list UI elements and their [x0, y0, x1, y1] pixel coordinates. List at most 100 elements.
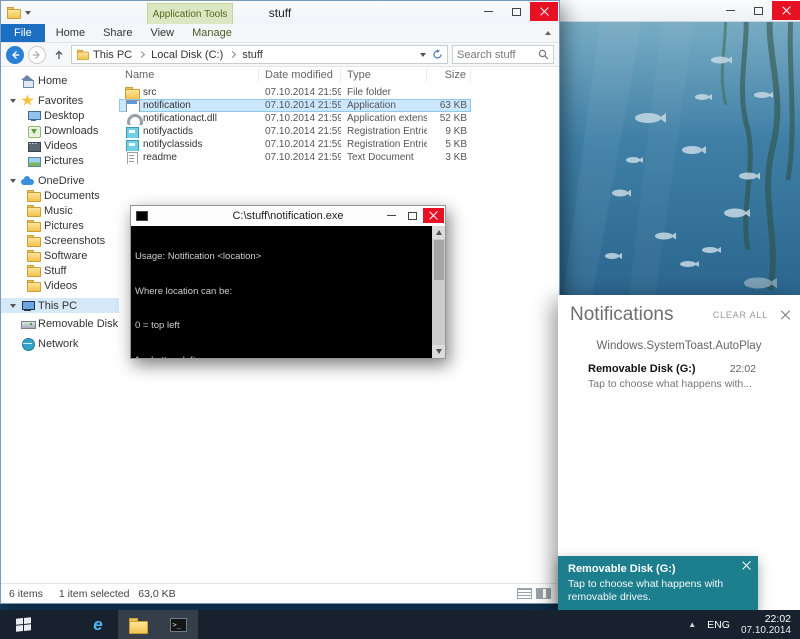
console-maximize-button[interactable] — [402, 208, 423, 223]
sidebar-item-music[interactable]: Music — [1, 203, 119, 218]
file-row[interactable]: readme 07.10.2014 21:59 Text Document 3 … — [119, 151, 471, 164]
background-window-titlebar[interactable] — [560, 0, 800, 22]
folder-icon — [27, 190, 40, 202]
folder-icon — [27, 280, 40, 292]
scroll-down-icon[interactable] — [432, 345, 445, 358]
tab-file[interactable]: File — [1, 24, 45, 42]
bg-close-button[interactable] — [772, 1, 800, 20]
taskbar-clock[interactable]: 22:02 07.10.2014 — [741, 613, 791, 637]
taskbar-file-explorer-button[interactable] — [118, 610, 158, 639]
sidebar-item-network[interactable]: Network — [1, 336, 119, 351]
notification-item[interactable]: Removable Disk (G:) 22:02 Tap to choose … — [558, 361, 800, 392]
column-header-type[interactable]: Type — [341, 68, 427, 82]
up-button[interactable] — [50, 46, 67, 63]
autoplay-toast[interactable]: Removable Disk (G:) Tap to choose what h… — [558, 556, 758, 610]
maximize-button[interactable] — [502, 2, 530, 21]
breadcrumb-this-pc[interactable]: This PC — [91, 49, 134, 61]
minimize-ribbon-icon[interactable] — [545, 31, 551, 35]
folder-icon — [27, 205, 40, 217]
column-header-name[interactable]: Name — [119, 68, 259, 82]
console-close-button[interactable] — [423, 208, 444, 223]
breadcrumb[interactable]: This PC Local Disk (C:) stuff — [71, 45, 448, 64]
scrollbar-thumb[interactable] — [434, 240, 444, 280]
star-icon — [21, 95, 34, 107]
minimize-button[interactable] — [474, 2, 502, 21]
language-indicator[interactable]: ENG — [707, 619, 730, 631]
notification-group-label: Windows.SystemToast.AutoPlay — [558, 340, 800, 352]
console-titlebar[interactable]: C:\stuff\notification.exe — [131, 206, 445, 226]
toast-title: Removable Disk (G:) — [568, 563, 734, 575]
search-input[interactable] — [457, 49, 538, 61]
sidebar-item-documents[interactable]: Documents — [1, 188, 119, 203]
sidebar-item-software[interactable]: Software — [1, 248, 119, 263]
expander-icon[interactable] — [10, 304, 16, 308]
sidebar-item-pictures-onedrive[interactable]: Pictures — [1, 218, 119, 233]
toast-close-icon[interactable] — [742, 561, 751, 570]
close-button[interactable] — [530, 2, 558, 21]
breadcrumb-stuff[interactable]: stuff — [240, 49, 265, 61]
file-row[interactable]: src 07.10.2014 21:59 File folder — [119, 86, 471, 99]
tab-manage[interactable]: Manage — [183, 24, 241, 42]
sidebar-item-videos[interactable]: Videos — [1, 138, 119, 153]
sidebar-item-pictures[interactable]: Pictures — [1, 153, 119, 168]
console-minimize-button[interactable] — [381, 208, 402, 223]
sidebar-item-desktop[interactable]: Desktop — [1, 108, 119, 123]
sidebar-item-stuff[interactable]: Stuff — [1, 263, 119, 278]
file-row[interactable]: notifyclassids 07.10.2014 21:59 Registra… — [119, 138, 471, 151]
taskbar-internet-explorer-button[interactable]: e — [78, 610, 118, 639]
address-dropdown-icon[interactable] — [420, 53, 426, 57]
onedrive-cloud-icon — [21, 175, 34, 187]
show-hidden-icons-button[interactable]: ▲ — [688, 620, 696, 629]
sidebar-item-removable-disk[interactable]: Removable Disk (G:) — [1, 316, 119, 331]
quick-access-chevron-icon[interactable] — [25, 11, 31, 15]
breadcrumb-separator-icon — [229, 51, 236, 58]
explorer-titlebar[interactable]: Application Tools stuff — [1, 1, 559, 24]
search-box[interactable] — [452, 45, 554, 64]
sidebar-item-onedrive[interactable]: OneDrive — [1, 173, 119, 188]
start-button[interactable] — [0, 610, 46, 639]
sidebar-item-home[interactable]: Home — [1, 73, 119, 88]
file-explorer-icon — [129, 618, 147, 632]
refresh-icon[interactable] — [432, 49, 443, 60]
minimize-icon — [484, 11, 493, 12]
forward-button[interactable] — [28, 46, 46, 64]
sidebar-item-this-pc[interactable]: This PC — [1, 298, 119, 313]
breadcrumb-separator-icon — [138, 51, 145, 58]
location-folder-icon — [77, 49, 88, 59]
column-header-date-modified[interactable]: Date modified — [259, 68, 341, 82]
tray-date: 07.10.2014 — [741, 625, 791, 637]
notification-body: Tap to choose what happens with... — [588, 378, 756, 390]
taskbar-command-prompt-button[interactable]: >_ — [158, 610, 198, 639]
thumbnails-view-icon[interactable] — [536, 588, 551, 599]
file-row-selected[interactable]: notification 07.10.2014 21:59 Applicatio… — [119, 99, 471, 112]
sidebar-item-favorites[interactable]: Favorites — [1, 93, 119, 108]
application-tools-contextual-tab[interactable]: Application Tools — [147, 3, 233, 24]
expander-icon[interactable] — [10, 179, 16, 183]
back-button[interactable] — [6, 46, 24, 64]
console-scrollbar[interactable] — [432, 226, 445, 358]
clear-all-button[interactable]: CLEAR ALL — [713, 310, 768, 320]
notifications-close-icon[interactable] — [780, 310, 790, 320]
column-header-size[interactable]: Size — [427, 68, 471, 82]
home-icon — [21, 75, 34, 87]
tab-home[interactable]: Home — [47, 24, 94, 42]
registration-file-icon — [125, 139, 139, 151]
bg-minimize-button[interactable] — [716, 1, 744, 20]
sidebar-item-screenshots[interactable]: Screenshots — [1, 233, 119, 248]
file-row[interactable]: notificationact.dll 07.10.2014 21:59 App… — [119, 112, 471, 125]
breadcrumb-local-disk[interactable]: Local Disk (C:) — [149, 49, 225, 61]
maximize-icon — [408, 212, 417, 220]
taskbar: e >_ ▲ ENG 22:02 07.10.2014 — [0, 610, 800, 639]
dll-icon — [125, 113, 139, 125]
tab-share[interactable]: Share — [94, 24, 141, 42]
sidebar-item-videos-onedrive[interactable]: Videos — [1, 278, 119, 293]
scroll-up-icon[interactable] — [432, 226, 445, 239]
maximize-icon — [754, 7, 763, 15]
details-view-icon[interactable] — [517, 588, 532, 599]
file-row[interactable]: notifyactids 07.10.2014 21:59 Registrati… — [119, 125, 471, 138]
expander-icon[interactable] — [10, 99, 16, 103]
sidebar-item-downloads[interactable]: Downloads — [1, 123, 119, 138]
maximize-icon — [512, 8, 521, 16]
tab-view[interactable]: View — [141, 24, 183, 42]
bg-maximize-button[interactable] — [744, 1, 772, 20]
